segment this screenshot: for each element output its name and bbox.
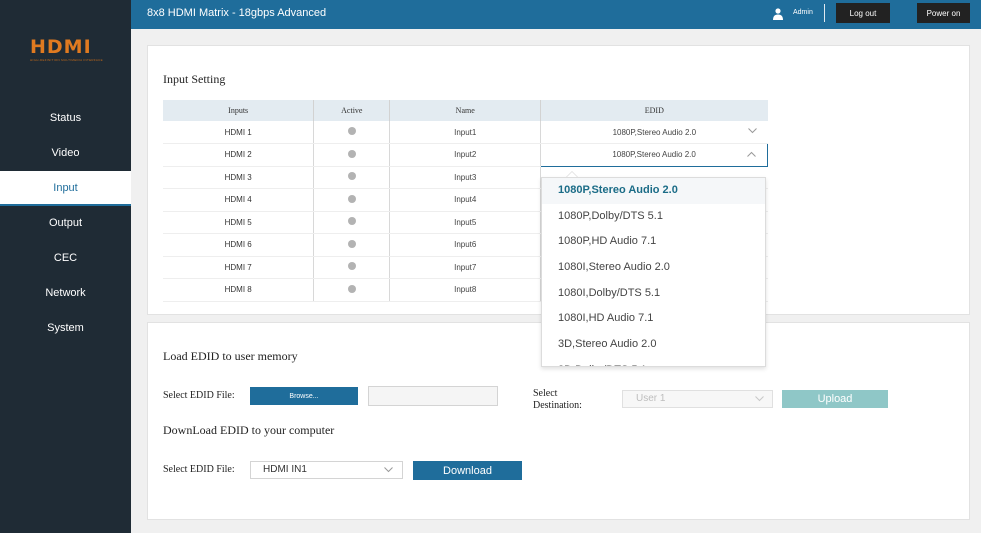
edid-select-value: 1080P,Stereo Audio 2.0 (612, 150, 696, 160)
select-destination-line2: Destination: (533, 400, 582, 411)
input-name-field[interactable]: Input3 (389, 166, 542, 189)
download-select-edid-label: Select EDID File: (163, 464, 235, 475)
select-destination-line1: Select (533, 388, 558, 399)
status-dot-icon (347, 262, 356, 271)
chevron-up-icon (747, 151, 756, 157)
status-dot-icon (347, 217, 356, 226)
input-name-field[interactable]: Input1 (389, 121, 542, 144)
sidebar-item-input[interactable]: Input (0, 171, 131, 206)
status-dot-icon (347, 284, 356, 293)
top-header: 8x8 HDMI Matrix - 18gbps Advanced Admin … (131, 0, 981, 29)
input-label: HDMI 1 (163, 121, 315, 144)
input-name-field[interactable]: Input2 (389, 143, 542, 167)
edid-dropdown-list: 1080P,Stereo Audio 2.0 1080P,Dolby/DTS 5… (541, 177, 766, 367)
load-edid-title: Load EDID to user memory (163, 349, 298, 363)
col-name: Name (389, 100, 542, 121)
edid-select-open[interactable]: 1080P,Stereo Audio 2.0 (540, 143, 768, 167)
hdmi-logo: HDMI HIGH-DEFINITION MULTIMEDIA INTERFAC… (30, 36, 120, 63)
sidebar-item-system[interactable]: System (0, 311, 131, 346)
dropdown-option[interactable]: 1080P,HD Audio 7.1 (542, 229, 765, 255)
input-label: HDMI 4 (163, 188, 315, 212)
header-divider (824, 4, 825, 22)
edid-select[interactable]: 1080P,Stereo Audio 2.0 (540, 121, 768, 144)
page-title: 8x8 HDMI Matrix - 18gbps Advanced (147, 7, 327, 19)
dropdown-option[interactable]: 1080I,Dolby/DTS 5.1 (542, 281, 765, 307)
input-name-field[interactable]: Input4 (389, 188, 542, 212)
status-dot-icon (347, 127, 356, 135)
active-cell (313, 233, 391, 257)
active-cell (313, 166, 391, 189)
dropdown-option[interactable]: 1080I,HD Audio 7.1 (542, 306, 765, 332)
destination-select[interactable]: User 1 (622, 390, 773, 408)
edid-select-value: 1080P,Stereo Audio 2.0 (612, 127, 697, 137)
active-cell (313, 188, 391, 212)
table-row: HDMI 2 Input2 1080P,Stereo Audio 2.0 (163, 143, 768, 167)
sidebar-item-status[interactable]: Status (0, 101, 131, 136)
sidebar-item-cec[interactable]: CEC (0, 241, 131, 276)
sidebar-nav: Status Video Input Output CEC Network Sy… (0, 101, 131, 346)
input-label: HDMI 6 (163, 233, 315, 257)
upload-button[interactable]: Upload (782, 390, 888, 408)
dropdown-option[interactable]: 1080P,Stereo Audio 2.0 (542, 178, 765, 204)
input-name-field[interactable]: Input8 (389, 278, 542, 302)
dropdown-option[interactable]: 3D,Stereo Audio 2.0 (542, 332, 765, 358)
col-edid: EDID (540, 100, 768, 121)
status-dot-icon (347, 194, 356, 203)
download-button[interactable]: Download (413, 461, 522, 480)
sidebar-item-network[interactable]: Network (0, 276, 131, 311)
select-edid-file-label: Select EDID File: (163, 390, 235, 401)
input-name-field[interactable]: Input6 (389, 233, 542, 257)
dropdown-option[interactable]: 1080P,Dolby/DTS 5.1 (542, 204, 765, 230)
status-dot-icon (347, 149, 356, 158)
input-name-field[interactable]: Input7 (389, 256, 542, 279)
active-cell (313, 121, 391, 144)
col-inputs: Inputs (163, 100, 315, 121)
logo-subtext: HIGH-DEFINITION MULTIMEDIA INTERFACE (30, 58, 103, 62)
select-destination-label: Select Destination: (533, 388, 582, 412)
sidebar-item-video[interactable]: Video (0, 136, 131, 171)
input-setting-title: Input Setting (163, 72, 226, 86)
dropdown-option[interactable]: 1080I,Stereo Audio 2.0 (542, 255, 765, 281)
input-name-field[interactable]: Input5 (389, 211, 542, 234)
chevron-down-icon (755, 396, 764, 402)
input-label: HDMI 3 (163, 166, 315, 189)
active-cell (313, 256, 391, 279)
dropdown-caret-inner (567, 172, 577, 177)
table-header-row: Inputs Active Name EDID (163, 100, 768, 121)
user-name: Admin (793, 9, 813, 16)
input-label: HDMI 7 (163, 256, 315, 279)
logout-button[interactable]: Log out (836, 3, 890, 23)
file-name-field[interactable] (368, 386, 498, 406)
input-label: HDMI 2 (163, 143, 315, 167)
col-active: Active (313, 100, 391, 121)
dropdown-option[interactable]: 3D,Dolby/DTS 5.1 (542, 358, 765, 366)
active-cell (313, 211, 391, 234)
power-on-button[interactable]: Power on (917, 3, 970, 23)
download-edid-title: DownLoad EDID to your computer (163, 423, 335, 437)
sidebar: HDMI HIGH-DEFINITION MULTIMEDIA INTERFAC… (0, 0, 131, 533)
download-source-value: HDMI IN1 (263, 464, 307, 475)
status-dot-icon (347, 239, 356, 248)
table-row: HDMI 1 Input1 1080P,Stereo Audio 2.0 (163, 121, 768, 144)
active-cell (313, 143, 391, 167)
download-source-select[interactable]: HDMI IN1 (250, 461, 403, 479)
chevron-down-icon (384, 467, 393, 473)
user-icon (773, 8, 783, 20)
destination-select-value: User 1 (636, 393, 666, 404)
input-label: HDMI 8 (163, 278, 315, 302)
logo-text: HDMI (30, 36, 92, 58)
sidebar-item-output[interactable]: Output (0, 206, 131, 241)
input-label: HDMI 5 (163, 211, 315, 234)
status-dot-icon (347, 172, 356, 181)
browse-button[interactable]: Browse... (250, 387, 358, 405)
chevron-down-icon (747, 128, 757, 134)
active-cell (313, 278, 391, 302)
